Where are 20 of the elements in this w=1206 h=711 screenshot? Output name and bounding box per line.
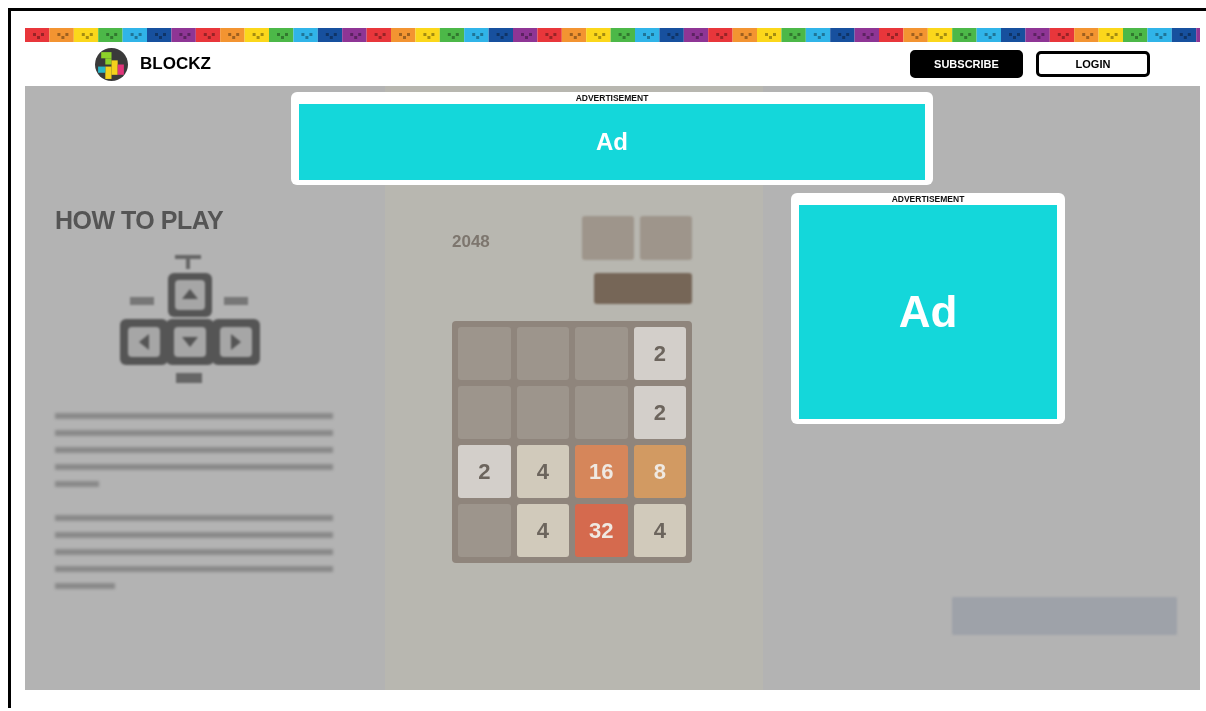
ad-label: ADVERTISEMENT [575, 92, 649, 104]
number-tile: 32 [575, 504, 628, 557]
ad-label: ADVERTISEMENT [891, 193, 965, 205]
number-tile: 2 [458, 445, 511, 498]
number-tile: 4 [633, 504, 686, 557]
best-score-box [640, 216, 692, 260]
number-tile: 16 [575, 445, 628, 498]
number-tile: 4 [516, 445, 569, 498]
number-tile: 2 [633, 386, 686, 439]
logo-icon [95, 47, 128, 81]
subscribe-button[interactable]: SUBSCRIBE [910, 50, 1023, 78]
number-tile: 8 [633, 445, 686, 498]
game-button[interactable] [594, 273, 692, 304]
number-tile: 2 [633, 327, 686, 380]
brand-name: BLOCKZ [140, 54, 211, 74]
section-title: HOW TO PLAY [55, 206, 225, 235]
number-tile: 4 [516, 504, 569, 557]
score-box [582, 216, 634, 260]
login-button[interactable]: LOGIN [1036, 51, 1150, 77]
game-title: 2048 [452, 232, 490, 253]
